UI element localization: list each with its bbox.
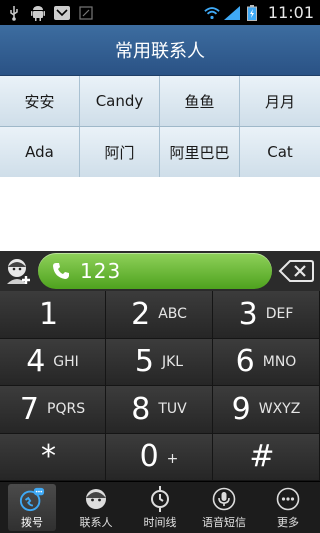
add-contact-icon (7, 259, 30, 284)
key-letters: MNO (262, 353, 297, 370)
dialpad-chat-icon (19, 486, 45, 512)
key-digit: # (249, 439, 275, 475)
key-hash[interactable]: # (213, 433, 320, 481)
call-number-button[interactable]: 123 (38, 253, 272, 289)
key-letters: ABC (158, 306, 187, 323)
dialer-screen: 11:01 常用联系人 安安 Candy 鱼鱼 月月 Ada 阿门 阿里巴巴 C… (0, 0, 320, 533)
page-title: 常用联系人 (115, 41, 205, 62)
favorite-contact[interactable]: 阿门 (80, 127, 160, 177)
battery-charging-icon (244, 4, 260, 21)
add-contact-button[interactable] (0, 251, 38, 291)
contact-face-icon (83, 486, 109, 512)
key-6[interactable]: 6 MNO (213, 338, 320, 386)
key-4[interactable]: 4 GHI (0, 338, 106, 386)
key-letters: PQRS (47, 401, 86, 418)
key-letters: JKL (161, 353, 184, 370)
key-9[interactable]: 9 WXYZ (213, 386, 320, 434)
backspace-button[interactable] (272, 251, 320, 291)
key-star[interactable]: * (0, 433, 106, 481)
favorite-contact[interactable]: Cat (240, 127, 320, 177)
key-digit: 3 (238, 296, 258, 332)
key-7[interactable]: 7 PQRS (0, 386, 106, 434)
key-letters: WXYZ (258, 401, 301, 418)
usb-icon (6, 5, 22, 21)
key-letters: TUV (158, 401, 187, 418)
number-input-row: 123 (0, 251, 320, 291)
nav-label: 时间线 (143, 515, 177, 529)
key-digit: 5 (134, 344, 154, 380)
key-digit: 7 (19, 391, 39, 427)
nav-dialpad[interactable]: 拨号 (8, 484, 56, 531)
favorite-contact[interactable]: 阿里巴巴 (160, 127, 240, 177)
missed-call-icon (54, 5, 70, 21)
key-digit: 6 (235, 344, 255, 380)
nav-voice-sms[interactable]: 语音短信 (192, 482, 256, 533)
empty-area (0, 177, 320, 251)
key-5[interactable]: 5 JKL (106, 338, 213, 386)
nav-label: 联系人 (79, 515, 113, 529)
key-digit: 8 (131, 391, 151, 427)
key-digit: 2 (131, 296, 151, 332)
favorite-contact[interactable]: 安安 (0, 76, 80, 126)
key-3[interactable]: 3 DEF (213, 291, 320, 339)
key-letters: + (166, 450, 179, 467)
bottom-nav: 拨号 联系人 时间线 语音短信 更多 (0, 481, 320, 533)
nav-timeline[interactable]: 时间线 (128, 482, 192, 533)
status-bar: 11:01 (0, 0, 320, 25)
title-bar: 常用联系人 (0, 25, 320, 76)
nav-label: 更多 (277, 515, 299, 529)
android-icon (30, 5, 46, 21)
favorite-contacts-grid: 安安 Candy 鱼鱼 月月 Ada 阿门 阿里巴巴 Cat (0, 76, 320, 177)
key-0[interactable]: 0 + (106, 433, 213, 481)
key-2[interactable]: 2 ABC (106, 291, 213, 339)
favorite-contact[interactable]: 月月 (240, 76, 320, 126)
dialpad: 1 2 ABC 3 DEF 4 GHI 5 JKL 6 MNO 7 PQRS 8 TUV 9W… (0, 291, 320, 481)
key-digit: 0 (139, 439, 159, 475)
key-8[interactable]: 8 TUV (106, 386, 213, 434)
favorite-contact[interactable]: 鱼鱼 (160, 76, 240, 126)
favorite-contact[interactable]: Ada (0, 127, 80, 177)
nav-label: 拨号 (21, 515, 43, 529)
key-letters: GHI (53, 353, 79, 370)
nav-label: 语音短信 (202, 515, 246, 529)
key-1[interactable]: 1 (0, 291, 106, 339)
wifi-icon (204, 5, 220, 21)
phone-icon (53, 263, 69, 279)
timeline-clock-icon (147, 485, 173, 512)
microphone-icon (211, 486, 237, 512)
favorite-contact[interactable]: Candy (80, 76, 160, 126)
key-letters: DEF (265, 306, 294, 323)
nav-more[interactable]: 更多 (256, 482, 320, 533)
key-digit: 9 (231, 391, 251, 427)
status-clock: 11:01 (267, 3, 314, 22)
key-digit: * (41, 439, 56, 475)
signal-icon (223, 5, 240, 21)
key-digit: 1 (38, 296, 59, 332)
nav-contacts[interactable]: 联系人 (64, 482, 128, 533)
more-dots-icon (275, 486, 301, 512)
backspace-icon (278, 260, 314, 282)
notification-icon (78, 5, 94, 21)
key-digit: 4 (26, 344, 46, 380)
dialed-number: 123 (80, 259, 122, 283)
